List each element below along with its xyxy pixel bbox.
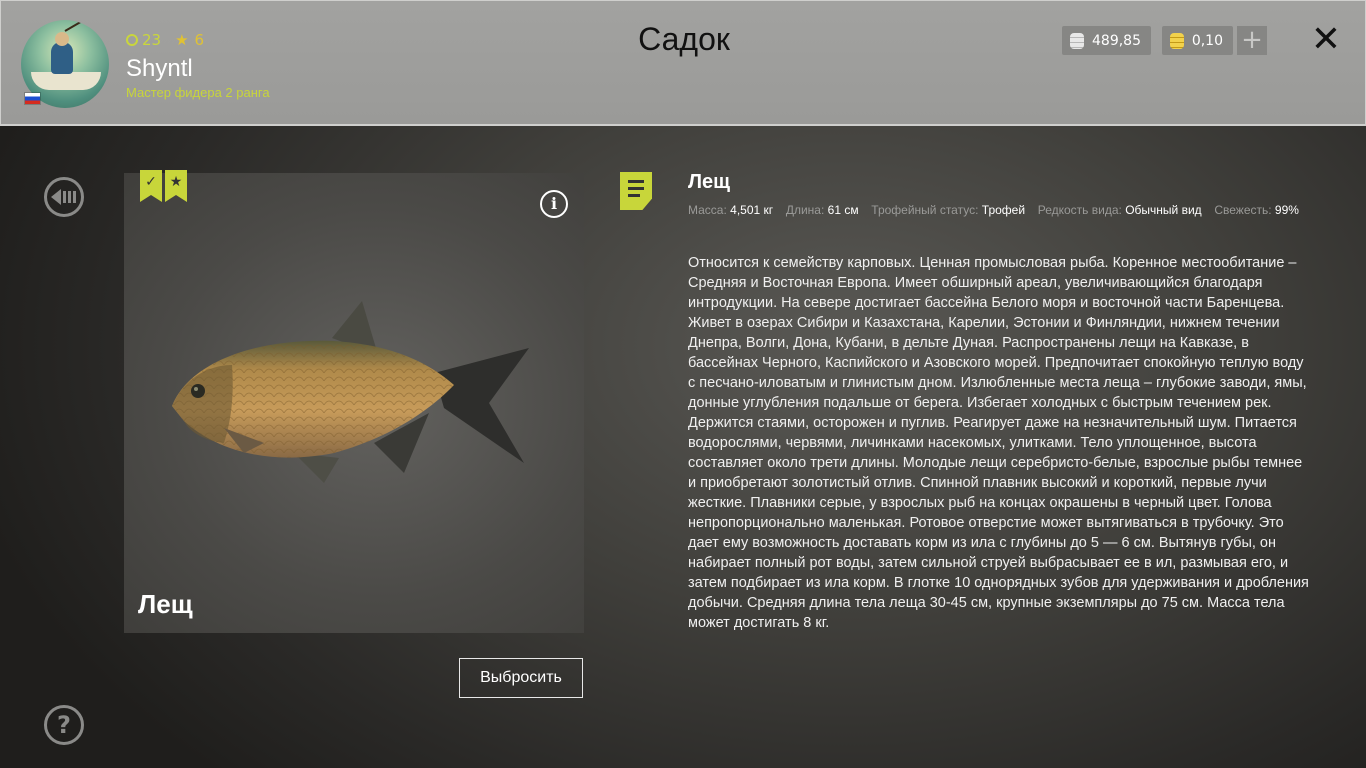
rarity-label: Редкость вида: bbox=[1037, 203, 1122, 217]
back-button[interactable] bbox=[44, 177, 84, 217]
help-button[interactable]: ? bbox=[44, 705, 84, 745]
fish-description: Относится к семейству карповых. Ценная п… bbox=[688, 255, 1309, 631]
gold-coins-icon bbox=[1170, 32, 1184, 49]
player-name: Shyntl bbox=[126, 55, 193, 82]
silver-coins-icon bbox=[1070, 32, 1084, 49]
gold-balance[interactable]: 0,10 bbox=[1162, 26, 1233, 55]
rarity-value: Обычный вид bbox=[1125, 203, 1202, 217]
back-arrow-icon bbox=[51, 189, 76, 205]
fish-stats: Масса: 4,501 кг Длина: 61 см Трофейный с… bbox=[688, 203, 1299, 217]
fish-name: Лещ bbox=[138, 589, 193, 619]
top-bar: 23 ★ 6 Shyntl Мастер фидера 2 ранга Садо… bbox=[0, 0, 1366, 126]
mass-label: Масса: bbox=[688, 203, 727, 217]
document-icon bbox=[620, 172, 652, 210]
length-value: 61 см bbox=[827, 203, 859, 217]
close-button[interactable]: ✕ bbox=[1309, 22, 1343, 58]
player-rank: Мастер фидера 2 ранга bbox=[126, 85, 270, 100]
length-label: Длина: bbox=[785, 203, 825, 217]
discard-button[interactable]: Выбросить bbox=[459, 658, 583, 698]
trophy-status-label: Трофейный статус: bbox=[871, 203, 979, 217]
mass-value: 4,501 кг bbox=[730, 203, 774, 217]
silver-balance[interactable]: 489,85 bbox=[1062, 26, 1151, 55]
trophy-star-icon: ★ bbox=[165, 170, 187, 202]
caught-checkmark-icon: ✓ bbox=[140, 170, 162, 202]
fish-image bbox=[172, 301, 529, 483]
fish-card: ✓ ★ i Лещ bbox=[124, 170, 584, 633]
silver-balance-value: 489,85 bbox=[1092, 32, 1141, 49]
freshness-label: Свежесть: bbox=[1214, 203, 1272, 217]
info-button[interactable]: i bbox=[540, 190, 568, 218]
fish-title: Лещ bbox=[688, 171, 731, 193]
trophy-status-value: Трофей bbox=[981, 203, 1026, 217]
freshness-value: 99% bbox=[1274, 203, 1299, 217]
add-gold-button[interactable]: + bbox=[1237, 26, 1267, 55]
russia-flag-icon bbox=[25, 93, 40, 104]
gold-balance-value: 0,10 bbox=[1191, 32, 1223, 49]
